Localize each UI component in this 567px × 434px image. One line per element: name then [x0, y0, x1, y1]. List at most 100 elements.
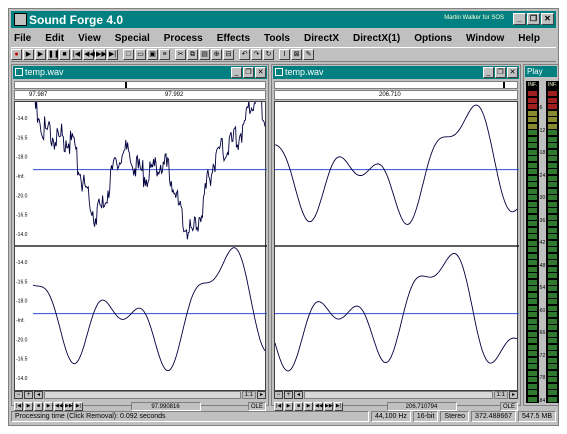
menu-window[interactable]: Window: [463, 33, 504, 44]
open-icon[interactable]: ▭: [135, 49, 146, 60]
menu-view[interactable]: View: [75, 33, 101, 44]
right-channel-meter: INF.: [546, 81, 559, 403]
minimize-button[interactable]: _: [513, 13, 526, 25]
menu-process[interactable]: Process: [161, 33, 203, 44]
paste-icon[interactable]: ▤: [199, 49, 210, 60]
meter-scale-label: -72: [538, 352, 546, 359]
meter-scale-label: -48: [538, 262, 546, 269]
properties-icon[interactable]: ≡: [159, 49, 170, 60]
time-ruler[interactable]: 206.710: [274, 90, 518, 100]
undo-icon[interactable]: ↶: [239, 49, 250, 60]
edit-tool-icon[interactable]: I: [279, 49, 290, 60]
doc-title-bar[interactable]: temp.wav _ ❐ ✕: [13, 66, 267, 79]
title-bar: Sound Forge 4.0 Martin Walker for SOS _ …: [11, 11, 556, 28]
horizontal-scrollbar[interactable]: − + ◂ 1:1 ▸: [14, 391, 266, 399]
meter-segment: [548, 240, 557, 246]
copy-icon[interactable]: ⧉: [187, 49, 198, 60]
waveform-view[interactable]: -14.0 -16.5 -18.0 -Inf. -20.0 -16.5 -14.0 -14.0…: [14, 101, 267, 391]
overview-indicator[interactable]: [125, 82, 127, 88]
document-window-2[interactable]: temp.wav _ ❐ ✕ 206.710 − + ◂ 1:1 ▸ |◀ ▶ …: [271, 64, 521, 411]
go-end-icon[interactable]: ▶|: [107, 49, 118, 60]
document-window-1[interactable]: temp.wav _ ❐ ✕ 97.987 97.992 -14.0 -16.5-…: [11, 64, 269, 411]
redo-icon[interactable]: ↷: [251, 49, 262, 60]
scroll-left-button[interactable]: ◂: [294, 391, 303, 399]
meter-segment: [548, 390, 557, 395]
menu-directx[interactable]: DirectX: [301, 33, 339, 44]
menu-help[interactable]: Help: [515, 33, 540, 44]
zoom-ratio[interactable]: 1:1: [493, 391, 508, 399]
meter-segment: [548, 292, 557, 298]
meter-segment: [528, 175, 537, 181]
go-start-icon[interactable]: |◀: [71, 49, 82, 60]
status-bar: Processing time (Click Removal): 0.092 s…: [11, 409, 556, 423]
pencil-tool-icon[interactable]: ✎: [303, 49, 314, 60]
bit-depth[interactable]: 16-bit: [412, 410, 439, 422]
waveform-view[interactable]: [274, 101, 519, 391]
zoom-in-button[interactable]: +: [284, 391, 293, 399]
new-icon[interactable]: □: [123, 49, 134, 60]
menu-edit[interactable]: Edit: [42, 33, 64, 44]
doc-maximize-button[interactable]: ❐: [495, 67, 506, 78]
magnify-tool-icon[interactable]: ⊠: [291, 49, 302, 60]
stop-icon[interactable]: ■: [59, 49, 70, 60]
meter-segment: [528, 169, 537, 174]
menu-tools[interactable]: Tools: [261, 33, 290, 44]
meter-segment: [528, 370, 537, 376]
waveform-channel-1: [34, 102, 266, 240]
scroll-left-button[interactable]: ◂: [34, 391, 43, 399]
save-icon[interactable]: ▣: [147, 49, 158, 60]
play-meter-window[interactable]: Play INF. -6 -12 -18 -24 -30 -36 -42 -48 -54 -60 -…: [523, 64, 559, 406]
repeat-icon[interactable]: ↻: [263, 49, 274, 60]
overview-indicator[interactable]: [503, 82, 505, 88]
menu-special[interactable]: Special: [112, 33, 150, 44]
zoom-out-button[interactable]: −: [14, 391, 23, 399]
menu-file[interactable]: File: [11, 33, 31, 44]
doc-icon[interactable]: [15, 68, 23, 76]
menu-directx-1[interactable]: DirectX(1): [350, 33, 400, 44]
restore-button[interactable]: ❐: [527, 13, 540, 25]
meter-segment: [528, 130, 537, 135]
overview-bar[interactable]: [14, 81, 266, 89]
scroll-right-button[interactable]: ▸: [509, 391, 518, 399]
meter-segment: [548, 312, 557, 317]
meter-segment: [528, 292, 537, 298]
doc-minimize-button[interactable]: _: [483, 67, 494, 78]
meter-scale-label: -78: [538, 375, 546, 381]
cut-icon[interactable]: ✂: [175, 49, 186, 60]
app-icon[interactable]: [14, 13, 27, 26]
overview-bar[interactable]: [274, 81, 518, 89]
horizontal-scrollbar[interactable]: − + ◂ 1:1 ▸: [274, 391, 518, 399]
doc-title-bar[interactable]: temp.wav _ ❐ ✕: [273, 66, 519, 79]
rewind-icon[interactable]: ◀◀: [83, 49, 95, 60]
meter-segment: [528, 338, 537, 343]
waveform-channel-2: [32, 247, 266, 372]
scroll-track[interactable]: [304, 391, 493, 399]
scroll-right-button[interactable]: ▸: [257, 391, 266, 399]
close-button[interactable]: ✕: [541, 13, 554, 25]
zoom-out-button[interactable]: −: [274, 391, 283, 399]
waveform-canvas[interactable]: -14.0 -16.5 -18.0 -Inf. -20.0 -16.5 -14.0 -14.0…: [15, 102, 267, 390]
pause-icon[interactable]: ❚❚: [47, 49, 60, 60]
trim-icon[interactable]: ⊟: [223, 49, 234, 60]
menu-options[interactable]: Options: [411, 33, 452, 44]
forward-icon[interactable]: ▶▶: [95, 49, 107, 60]
sample-rate[interactable]: 44,100 Hz: [370, 410, 411, 422]
meter-segment: [548, 195, 557, 200]
zoom-ratio[interactable]: 1:1: [241, 391, 256, 399]
zoom-in-button[interactable]: +: [24, 391, 33, 399]
play-icon[interactable]: ▶: [35, 49, 46, 60]
scroll-track[interactable]: [44, 391, 241, 399]
time-ruler[interactable]: 97.987 97.992: [14, 90, 266, 100]
mix-icon[interactable]: ⊕: [211, 49, 222, 60]
record-icon[interactable]: ●: [11, 49, 22, 60]
doc-maximize-button[interactable]: ❐: [243, 67, 254, 78]
waveform-canvas[interactable]: [275, 102, 519, 390]
play-all-icon[interactable]: ▶: [23, 49, 34, 60]
doc-minimize-button[interactable]: _: [231, 67, 242, 78]
channels[interactable]: Stereo: [440, 410, 470, 422]
menu-effects[interactable]: Effects: [214, 33, 250, 44]
doc-icon[interactable]: [275, 68, 283, 76]
doc-close-button[interactable]: ✕: [255, 67, 266, 78]
doc-close-button[interactable]: ✕: [507, 67, 518, 78]
meter-segment: [528, 325, 537, 330]
